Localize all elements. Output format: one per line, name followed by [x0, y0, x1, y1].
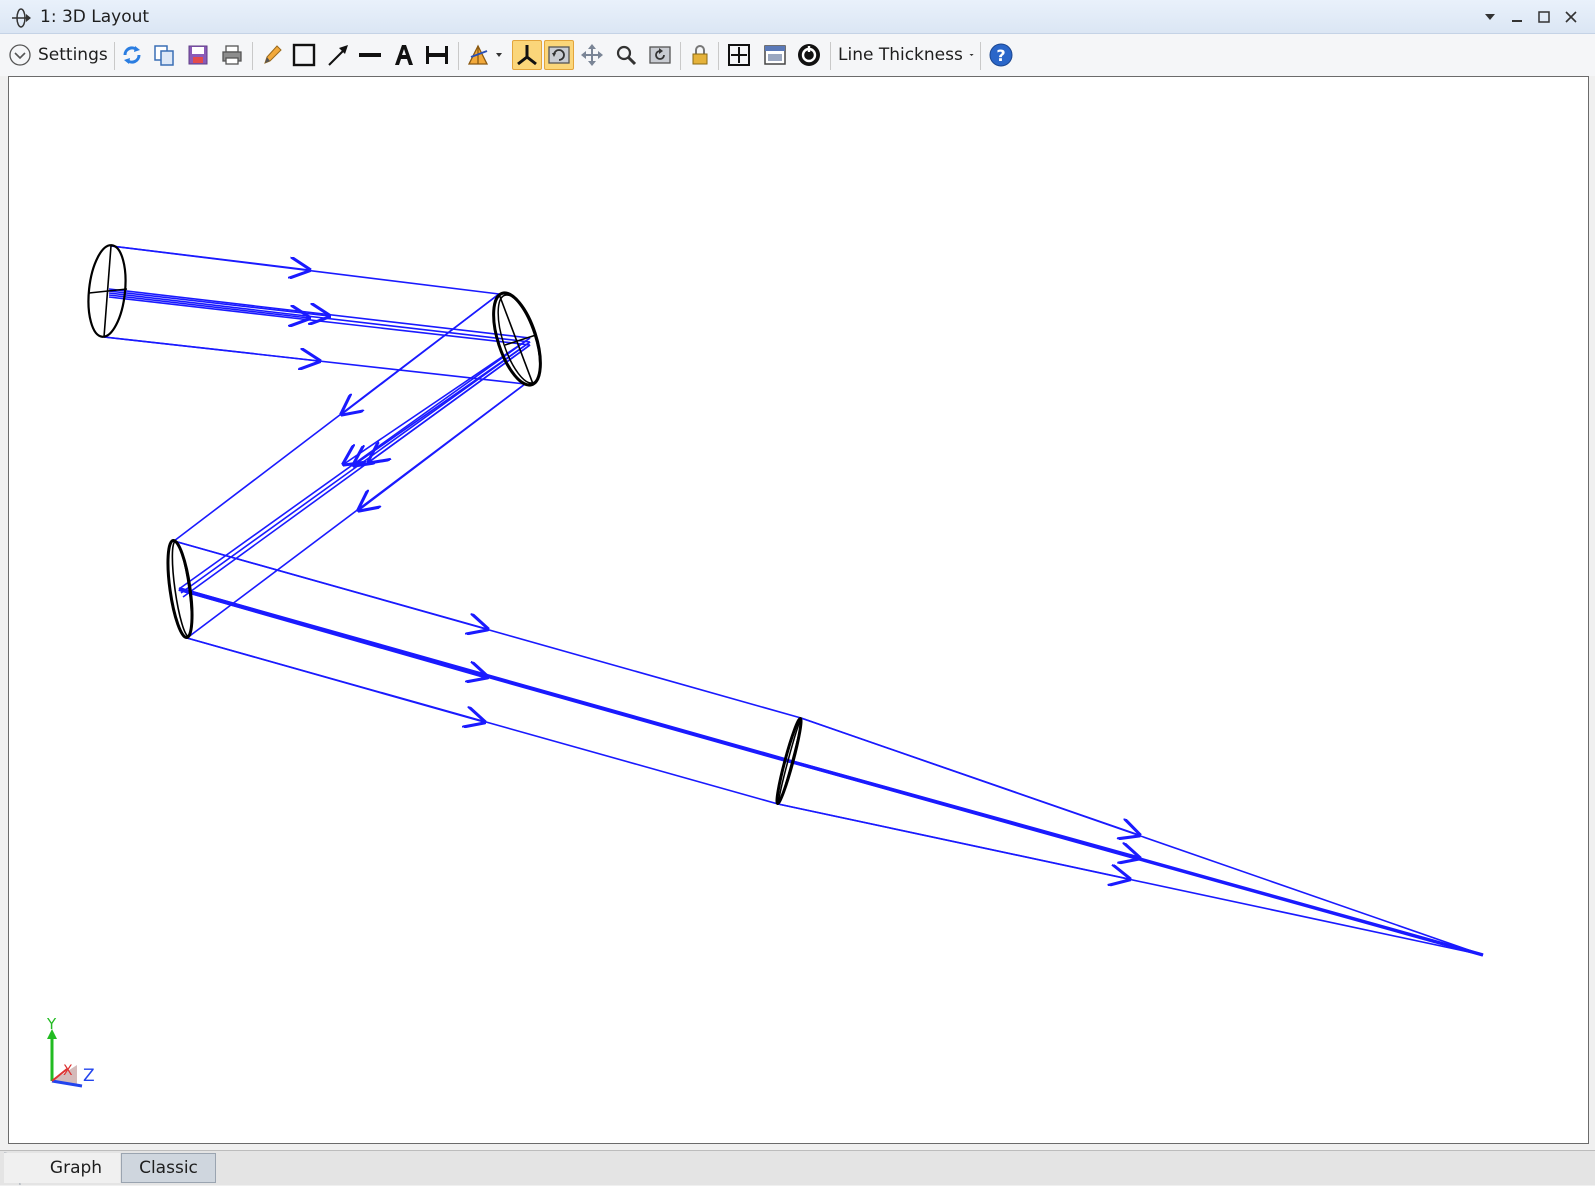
axes-icon: [517, 45, 537, 66]
settings-chevron-icon: [9, 44, 31, 66]
fit-button[interactable]: [724, 40, 754, 70]
axis-z-label: Z: [83, 1066, 95, 1086]
tab-classic-label: Classic: [139, 1158, 198, 1178]
tab-graph[interactable]: Graph: [4, 1153, 120, 1183]
line-button[interactable]: [356, 40, 384, 70]
toolbar-separator: [114, 42, 115, 70]
dimension-button[interactable]: [422, 40, 452, 70]
axis-triad: Y X Z: [46, 1017, 95, 1088]
tab-bar: Graph Classic: [0, 1150, 1595, 1186]
rotate-icon: [467, 44, 502, 65]
rectangle-icon: [292, 43, 316, 67]
layout-drawing: [87, 244, 1484, 957]
snapshot-icon: [798, 44, 820, 66]
settings-label: Settings: [38, 45, 108, 65]
arrow-icon: [328, 45, 348, 66]
lock-icon: [692, 45, 708, 65]
ray-segment-1: [103, 245, 531, 385]
save-icon: [188, 45, 208, 65]
save-button[interactable]: [184, 40, 212, 70]
axis-x-label: X: [63, 1063, 73, 1079]
text-button[interactable]: [390, 40, 418, 70]
layout-canvas[interactable]: Y X Z: [8, 76, 1589, 1144]
toolbar-separator: [458, 42, 459, 70]
zoom-button[interactable]: [612, 40, 640, 70]
dimension-icon: [426, 46, 448, 64]
maximize-icon: [1538, 11, 1550, 23]
window-icon: [764, 45, 786, 65]
window-menu-button[interactable]: [1478, 6, 1502, 28]
svg-text:?: ?: [996, 46, 1005, 65]
ray-segment-4: [777, 717, 1484, 957]
lock-button[interactable]: [686, 40, 714, 70]
reset-view-button[interactable]: [646, 40, 674, 70]
pan-button[interactable]: [578, 40, 606, 70]
print-icon: [222, 45, 242, 65]
toolbar-separator: [680, 42, 681, 70]
tab-classic[interactable]: Classic: [121, 1153, 216, 1183]
line-thickness-label: Line Thickness: [838, 45, 963, 65]
autoscale-toggle[interactable]: [544, 40, 574, 70]
toolbar-separator: [718, 42, 719, 70]
minimize-icon: [1512, 20, 1522, 22]
ray-segment-2: [173, 293, 531, 639]
minimize-button[interactable]: [1505, 6, 1529, 28]
settings-button[interactable]: Settings: [8, 40, 108, 70]
axes-toggle[interactable]: [512, 40, 542, 70]
toolbar-separator: [830, 42, 831, 70]
ray-segment-3: [173, 540, 802, 805]
help-button[interactable]: ?: [986, 40, 1016, 70]
window-titlebar: 1: 3D Layout: [0, 0, 1595, 34]
arrow-button[interactable]: [324, 40, 352, 70]
rectangle-button[interactable]: [290, 40, 318, 70]
chevron-down-icon: [1485, 14, 1495, 20]
tab-graph-label: Graph: [49, 1158, 103, 1178]
help-icon: ?: [989, 43, 1013, 67]
pencil-button[interactable]: [258, 40, 286, 70]
print-button[interactable]: [218, 40, 246, 70]
line-icon: [359, 53, 381, 57]
copy-button[interactable]: [150, 40, 178, 70]
text-icon: [395, 45, 413, 65]
pan-icon: [581, 44, 603, 66]
window-button[interactable]: [760, 40, 790, 70]
axis-y-label: Y: [46, 1017, 57, 1033]
snapshot-button[interactable]: [794, 40, 824, 70]
chevron-down-icon: [969, 53, 974, 57]
3d-layout-icon: [12, 8, 31, 28]
rotate-dropdown[interactable]: [464, 40, 508, 70]
line-thickness-dropdown[interactable]: Line Thickness: [838, 40, 974, 70]
fit-icon: [728, 44, 750, 66]
refresh-icon: [123, 46, 141, 64]
surface-2: [492, 291, 542, 387]
maximize-button[interactable]: [1532, 6, 1556, 28]
reset-view-icon: [649, 46, 671, 64]
copy-icon: [154, 45, 174, 66]
refresh-button[interactable]: [118, 40, 146, 70]
close-button[interactable]: [1559, 6, 1583, 28]
pencil-icon: [264, 45, 282, 64]
toolbar: Settings Line Thickness ?: [0, 34, 1595, 76]
window-title: 1: 3D Layout: [40, 7, 150, 27]
zoom-icon: [616, 45, 637, 66]
toolbar-separator: [980, 42, 981, 70]
close-icon: [1565, 11, 1577, 23]
autoscale-icon: [548, 46, 570, 64]
toolbar-separator: [252, 42, 253, 70]
